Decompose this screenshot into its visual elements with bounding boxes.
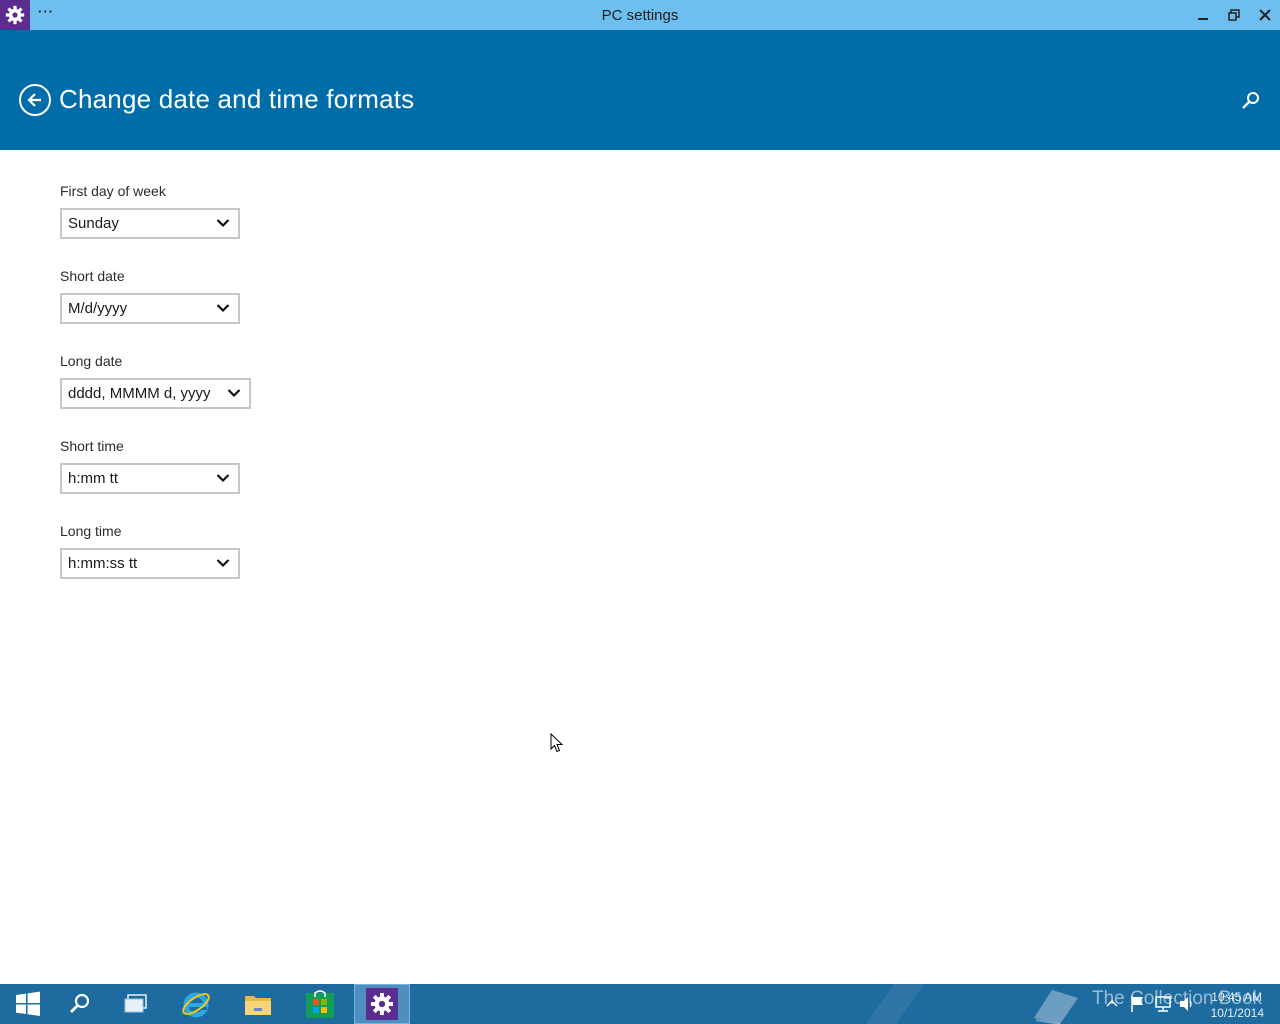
system-tray (1104, 984, 1194, 1024)
taskbar-search-button[interactable] (52, 984, 108, 1024)
minimize-button[interactable] (1187, 0, 1219, 30)
long-date-value: dddd, MMMM d, yyyy (68, 385, 211, 402)
taskbar-decoration (865, 984, 925, 1024)
show-hidden-icons-icon[interactable] (1106, 998, 1118, 1008)
first-day-of-week-value: Sunday (68, 215, 119, 232)
restore-icon (1228, 9, 1240, 21)
store-icon (306, 990, 334, 1018)
long-time-setting: Long time h:mm:ss tt (60, 522, 240, 579)
internet-explorer-icon (182, 992, 210, 1018)
network-icon[interactable] (1154, 995, 1172, 1013)
long-date-setting: Long date dddd, MMMM d, yyyy (60, 352, 251, 409)
book-watermark-icon (1034, 990, 1078, 1024)
chevron-down-icon (216, 304, 230, 313)
task-view-button[interactable] (108, 984, 164, 1024)
chevron-down-icon (227, 389, 241, 398)
windows-start-icon (16, 991, 40, 1016)
clock-date[interactable]: 10/1/2014 (1196, 1006, 1264, 1020)
close-icon (1259, 9, 1271, 21)
internet-explorer-button[interactable] (168, 984, 224, 1024)
window-title: PC settings (601, 7, 679, 24)
file-explorer-icon (245, 996, 271, 1015)
search-icon (1242, 92, 1259, 109)
first-day-of-week-dropdown[interactable]: Sunday (60, 208, 240, 239)
chevron-down-icon (216, 474, 230, 483)
first-day-of-week-setting: First day of week Sunday (60, 182, 240, 239)
first-day-of-week-label: First day of week (60, 183, 166, 199)
task-view-icon (124, 994, 147, 1013)
page-header: Change date and time formats (0, 30, 1280, 150)
back-button[interactable] (19, 84, 51, 116)
volume-icon[interactable] (1178, 995, 1196, 1013)
long-time-value: h:mm:ss tt (68, 555, 138, 572)
start-button[interactable] (0, 984, 56, 1024)
title-bar: ··· PC settings (0, 0, 1280, 30)
short-time-setting: Short time h:mm tt (60, 437, 240, 494)
short-date-setting: Short date M/d/yyyy (60, 267, 240, 324)
long-date-dropdown[interactable]: dddd, MMMM d, yyyy (60, 378, 251, 409)
short-time-dropdown[interactable]: h:mm tt (60, 463, 240, 494)
restore-button[interactable] (1218, 0, 1250, 30)
long-date-label: Long date (60, 353, 123, 369)
long-time-dropdown[interactable]: h:mm:ss tt (60, 548, 240, 579)
mouse-cursor-icon (550, 733, 564, 753)
long-time-label: Long time (60, 523, 122, 539)
back-arrow-icon (27, 93, 41, 107)
file-explorer-button[interactable] (230, 984, 286, 1024)
search-icon (70, 993, 90, 1013)
settings-taskbar-button[interactable] (354, 984, 410, 1024)
short-time-label: Short time (60, 438, 124, 454)
short-date-value: M/d/yyyy (68, 300, 128, 317)
clock-time[interactable]: 10:45 AM (1196, 990, 1262, 1004)
settings-icon (366, 988, 398, 1020)
search-button[interactable] (1240, 90, 1262, 112)
chevron-down-icon (216, 219, 230, 228)
close-button[interactable] (1249, 0, 1280, 30)
short-date-label: Short date (60, 268, 125, 284)
action-center-flag-icon[interactable] (1130, 995, 1146, 1013)
taskbar: The Collection Book 10:45 AM 10/1/2014 (0, 984, 1280, 1024)
short-date-dropdown[interactable]: M/d/yyyy (60, 293, 240, 324)
short-time-value: h:mm tt (68, 470, 119, 487)
page-title: Change date and time formats (59, 84, 415, 114)
chevron-down-icon (216, 559, 230, 568)
minimize-icon (1198, 18, 1208, 20)
store-button[interactable] (292, 984, 348, 1024)
